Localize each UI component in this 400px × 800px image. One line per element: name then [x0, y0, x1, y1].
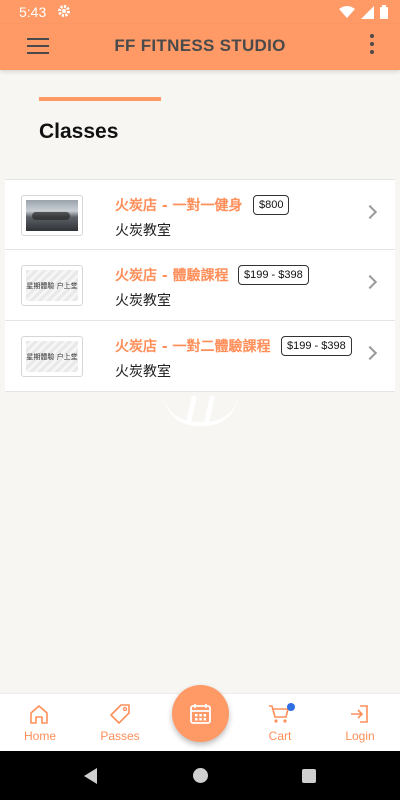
nav-cart-label: Cart [268, 729, 292, 743]
chevron-right-icon [362, 204, 378, 220]
nav-passes-label: Passes [100, 729, 140, 743]
class-thumbnail [21, 195, 83, 236]
nav-passes[interactable]: Passes [80, 694, 160, 752]
class-title: 火炭店 - 一對一健身 [115, 198, 243, 214]
cart-badge [287, 703, 295, 711]
class-thumbnail: 星期體驗 户上堂 [21, 336, 83, 377]
class-title: 火炭店 - 一對二體驗課程 [115, 339, 271, 355]
more-vertical-icon[interactable] [368, 34, 376, 60]
chevron-right-icon [362, 345, 378, 361]
class-thumbnail: 星期體驗 户上堂 [21, 265, 83, 306]
system-nav-bar [0, 751, 400, 800]
trial-flyer-thumbnail: 星期體驗 户上堂 [26, 341, 78, 372]
app-bar: FF FITNESS STUDIO [0, 24, 400, 70]
signal-icon [361, 4, 374, 23]
nav-login[interactable]: Login [320, 694, 400, 752]
title-accent-line [39, 97, 161, 101]
schedule-fab-button[interactable] [172, 685, 229, 742]
home-circle-icon[interactable] [193, 768, 208, 783]
class-list: 火炭店 - 一對一健身 $800 火炭教室 星期體驗 户上堂 火炭店 - 體驗課… [5, 179, 395, 392]
price-badge: $199 - $398 [281, 336, 352, 356]
battery-icon [380, 4, 388, 23]
tag-icon [110, 704, 130, 724]
gear-icon [57, 4, 71, 22]
class-item-one-on-two-trial[interactable]: 星期體驗 户上堂 火炭店 - 一對二體驗課程 $199 - $398 火炭教室 [5, 321, 395, 392]
brand-watermark [163, 392, 239, 426]
page-title: Classes [39, 120, 119, 143]
app-title: FF FITNESS STUDIO [114, 36, 286, 55]
home-icon [30, 705, 48, 724]
chevron-right-icon [362, 274, 378, 290]
status-bar: 5:43 [0, 0, 400, 24]
login-icon [351, 705, 368, 723]
class-location: 火炭教室 [115, 223, 171, 239]
class-item-one-on-one[interactable]: 火炭店 - 一對一健身 $800 火炭教室 [5, 179, 395, 250]
nav-home-label: Home [23, 729, 56, 743]
price-badge: $199 - $398 [238, 265, 309, 285]
recent-apps-icon[interactable] [302, 769, 316, 783]
nav-login-label: Login [345, 729, 375, 743]
class-item-trial[interactable]: 星期體驗 户上堂 火炭店 - 體驗課程 $199 - $398 火炭教室 [5, 250, 395, 321]
gym-photo-thumbnail [26, 200, 78, 231]
price-badge: $800 [253, 195, 290, 215]
calendar-icon [190, 704, 211, 724]
trial-flyer-thumbnail: 星期體驗 户上堂 [26, 270, 78, 301]
wifi-icon [339, 4, 355, 23]
class-title: 火炭店 - 體驗課程 [115, 268, 229, 284]
class-location: 火炭教室 [115, 293, 171, 309]
class-location: 火炭教室 [115, 364, 171, 380]
status-time: 5:43 [19, 4, 47, 20]
nav-home[interactable]: Home [0, 694, 80, 752]
nav-cart[interactable]: Cart [240, 694, 320, 752]
back-icon[interactable] [84, 768, 97, 784]
status-icons [339, 4, 388, 23]
